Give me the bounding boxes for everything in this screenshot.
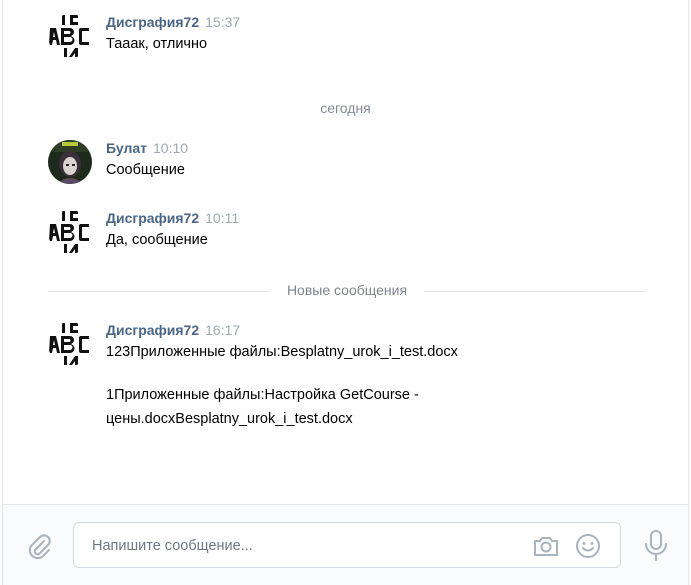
message-header: Дисграфия72 16:17	[106, 322, 240, 339]
new-messages-label: Новые сообщения	[286, 282, 408, 298]
message-time[interactable]: 10:10	[153, 140, 188, 156]
message-input[interactable]	[90, 523, 524, 569]
avatar[interactable]	[48, 14, 92, 58]
message-text: Тааак, отлично	[106, 36, 208, 52]
author-name[interactable]: Дисграфия72	[106, 210, 199, 226]
disgrafia-logo	[48, 14, 92, 58]
smile-icon[interactable]	[574, 532, 602, 560]
message-header: Булат 10:10	[106, 140, 188, 157]
message-time[interactable]: 15:37	[205, 14, 240, 30]
microphone-icon[interactable]	[643, 529, 669, 563]
message-time[interactable]: 10:11	[205, 210, 239, 226]
message-text: цены.docxBesplatny_urok_i_test.docx	[106, 411, 353, 427]
author-name[interactable]: Булат	[106, 140, 147, 156]
message-header: Дисграфия72 15:37	[106, 14, 240, 31]
composer-bar	[3, 504, 688, 585]
author-name[interactable]: Дисграфия72	[106, 322, 199, 338]
day-separator: сегодня	[320, 100, 371, 116]
author-name[interactable]: Дисграфия72	[106, 14, 199, 30]
message-text: 1Приложенные файлы:Настройка GetCourse -	[106, 387, 419, 403]
message-text: 123Приложенные файлы:Besplatny_urok_i_te…	[106, 344, 458, 360]
divider-line	[424, 291, 646, 292]
avatar[interactable]	[48, 140, 92, 184]
message-input-box[interactable]	[73, 522, 621, 569]
camera-icon[interactable]	[532, 533, 560, 559]
avatar[interactable]	[48, 322, 92, 366]
disgrafia-logo	[48, 210, 92, 254]
message-header: Дисграфия72 10:11	[106, 210, 239, 227]
message-time[interactable]: 16:17	[205, 322, 240, 338]
disgrafia-logo	[48, 322, 92, 366]
paperclip-icon[interactable]	[25, 533, 53, 561]
message-text: Сообщение	[106, 162, 185, 178]
message-text: Да, сообщение	[106, 232, 208, 248]
avatar[interactable]	[48, 210, 92, 254]
new-messages-divider: Новые сообщения	[48, 282, 646, 300]
user-photo	[48, 140, 92, 184]
